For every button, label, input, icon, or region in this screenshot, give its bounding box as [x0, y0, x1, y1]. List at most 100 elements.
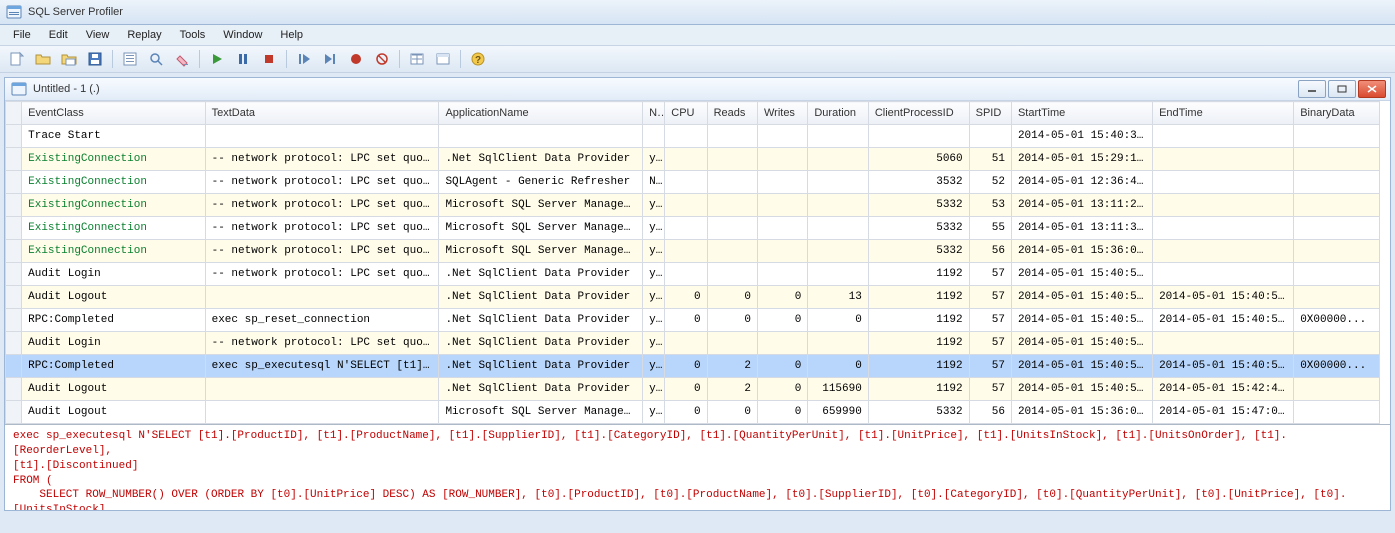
properties-icon[interactable]: [119, 48, 141, 70]
table-row[interactable]: Audit Logout.Net SqlClient Data Provider…: [6, 286, 1380, 309]
start-icon[interactable]: [206, 48, 228, 70]
col-header[interactable]: StartTime: [1011, 102, 1152, 125]
cell: 0: [665, 401, 707, 424]
col-header[interactable]: EndTime: [1153, 102, 1294, 125]
cell: [707, 148, 757, 171]
table-row[interactable]: ExistingConnection-- network protocol: L…: [6, 171, 1380, 194]
row-handle[interactable]: [6, 217, 22, 240]
cell: y.: [643, 194, 665, 217]
col-header[interactable]: Reads: [707, 102, 757, 125]
document-title: Untitled - 1 (.): [33, 83, 100, 95]
table-row[interactable]: ExistingConnection-- network protocol: L…: [6, 240, 1380, 263]
col-header[interactable]: BinaryData: [1294, 102, 1380, 125]
row-handle[interactable]: [6, 355, 22, 378]
stop-icon[interactable]: [258, 48, 280, 70]
cell: 1192: [868, 378, 969, 401]
cell: 13: [808, 286, 868, 309]
col-header[interactable]: Duration: [808, 102, 868, 125]
cell: -- network protocol: LPC set quote...: [205, 263, 439, 286]
table-row[interactable]: Audit Logout.Net SqlClient Data Provider…: [6, 378, 1380, 401]
trace-grid[interactable]: EventClassTextDataApplicationNameN..CPUR…: [5, 101, 1390, 425]
cell: [707, 125, 757, 148]
cell: [665, 148, 707, 171]
cell: [757, 217, 807, 240]
row-handle[interactable]: [6, 309, 22, 332]
table-row[interactable]: ExistingConnection-- network protocol: L…: [6, 217, 1380, 240]
table-row[interactable]: RPC:Completedexec sp_executesql N'SELECT…: [6, 355, 1380, 378]
row-handle[interactable]: [6, 286, 22, 309]
new-trace-icon[interactable]: [6, 48, 28, 70]
col-header[interactable]: N..: [643, 102, 665, 125]
col-header[interactable]: TextData: [205, 102, 439, 125]
clear-icon[interactable]: [171, 48, 193, 70]
row-handle[interactable]: [6, 171, 22, 194]
find-icon[interactable]: [145, 48, 167, 70]
table-row[interactable]: Trace Start2014-05-01 15:40:34...: [6, 125, 1380, 148]
menu-window[interactable]: Window: [214, 27, 271, 43]
cell: y.: [643, 217, 665, 240]
close-button[interactable]: [1358, 80, 1386, 98]
cell: 2014-05-01 13:11:24...: [1011, 194, 1152, 217]
menu-help[interactable]: Help: [271, 27, 312, 43]
cell: 5332: [868, 194, 969, 217]
group-icon[interactable]: [432, 48, 454, 70]
row-handle[interactable]: [6, 194, 22, 217]
menu-tools[interactable]: Tools: [171, 27, 215, 43]
table-row[interactable]: Audit Login-- network protocol: LPC set …: [6, 263, 1380, 286]
cell: [757, 194, 807, 217]
col-header[interactable]: SPID: [969, 102, 1011, 125]
menu-file[interactable]: File: [4, 27, 40, 43]
step-icon[interactable]: [293, 48, 315, 70]
cell: [808, 217, 868, 240]
aggregate-icon[interactable]: [406, 48, 428, 70]
cell: [1294, 148, 1380, 171]
clear-break-icon[interactable]: [371, 48, 393, 70]
toggle-break-icon[interactable]: [345, 48, 367, 70]
row-handle[interactable]: [6, 332, 22, 355]
row-handle[interactable]: [6, 263, 22, 286]
col-header[interactable]: EventClass: [22, 102, 205, 125]
run-to-cursor-icon[interactable]: [319, 48, 341, 70]
cell: -- network protocol: LPC set quote...: [205, 332, 439, 355]
detail-pane[interactable]: exec sp_executesql N'SELECT [t1].[Produc…: [5, 425, 1390, 510]
cell: 0: [757, 309, 807, 332]
row-header-col: [6, 102, 22, 125]
table-row[interactable]: RPC:Completedexec sp_reset_connection.Ne…: [6, 309, 1380, 332]
col-header[interactable]: CPU: [665, 102, 707, 125]
menu-edit[interactable]: Edit: [40, 27, 77, 43]
cell: 5332: [868, 240, 969, 263]
cell: [665, 240, 707, 263]
row-handle[interactable]: [6, 125, 22, 148]
col-header[interactable]: Writes: [757, 102, 807, 125]
minimize-button[interactable]: [1298, 80, 1326, 98]
cell: RPC:Completed: [22, 355, 205, 378]
col-header[interactable]: ApplicationName: [439, 102, 643, 125]
pause-icon[interactable]: [232, 48, 254, 70]
table-row[interactable]: ExistingConnection-- network protocol: L…: [6, 148, 1380, 171]
row-handle[interactable]: [6, 148, 22, 171]
save-icon[interactable]: [84, 48, 106, 70]
open-file-icon[interactable]: [32, 48, 54, 70]
cell: 1192: [868, 332, 969, 355]
table-row[interactable]: Audit LogoutMicrosoft SQL Server Managem…: [6, 401, 1380, 424]
toolbar: ?: [0, 46, 1395, 73]
cell: [665, 332, 707, 355]
table-row[interactable]: ExistingConnection-- network protocol: L…: [6, 194, 1380, 217]
col-header[interactable]: ClientProcessID: [868, 102, 969, 125]
cell: 659990: [808, 401, 868, 424]
row-handle[interactable]: [6, 401, 22, 424]
cell: [707, 217, 757, 240]
cell: [665, 125, 707, 148]
row-handle[interactable]: [6, 378, 22, 401]
help-icon[interactable]: ?: [467, 48, 489, 70]
cell: 2014-05-01 15:47:04...: [1153, 401, 1294, 424]
cell: [757, 171, 807, 194]
menu-replay[interactable]: Replay: [118, 27, 170, 43]
open-table-icon[interactable]: [58, 48, 80, 70]
row-handle[interactable]: [6, 240, 22, 263]
cell: 0: [665, 355, 707, 378]
maximize-button[interactable]: [1328, 80, 1356, 98]
menu-view[interactable]: View: [77, 27, 119, 43]
table-row[interactable]: Audit Login-- network protocol: LPC set …: [6, 332, 1380, 355]
cell: 0: [665, 309, 707, 332]
